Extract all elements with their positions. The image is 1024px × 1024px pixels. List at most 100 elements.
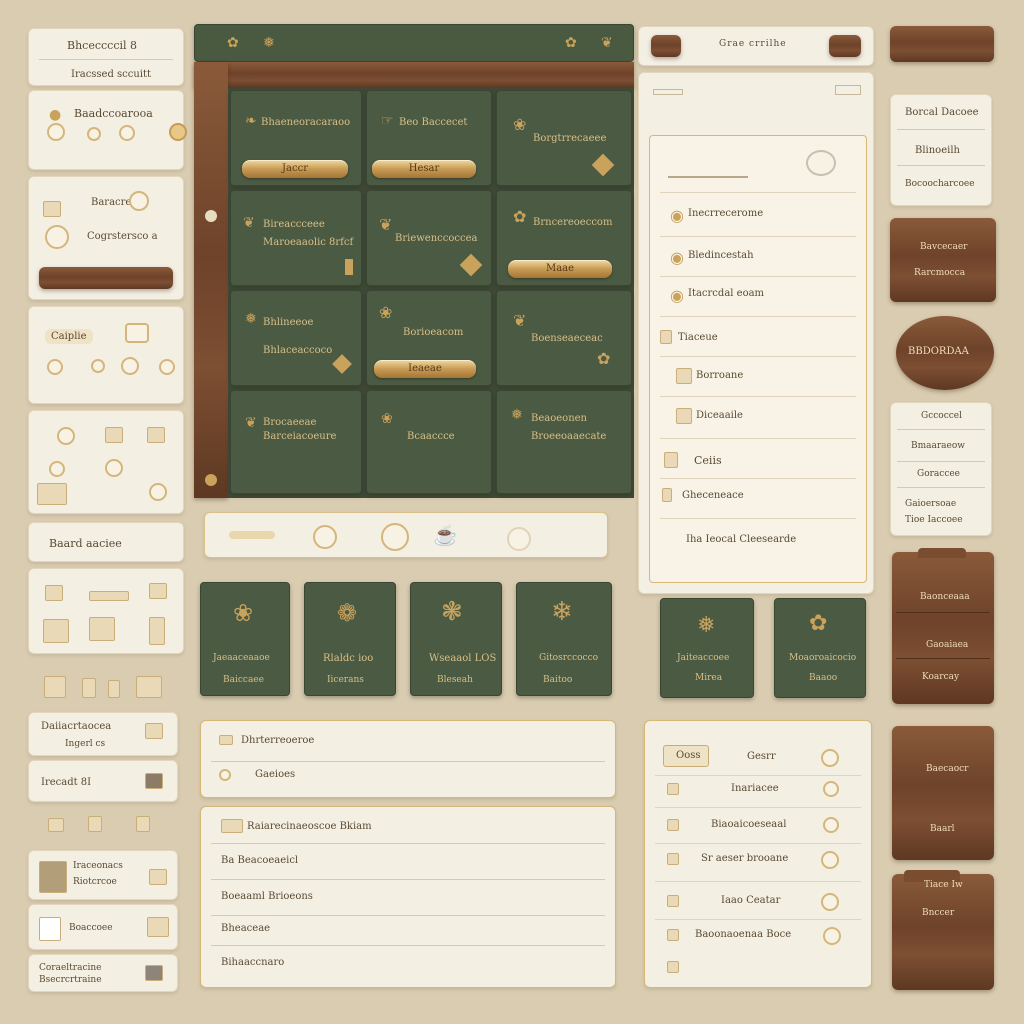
- right-item-6[interactable]: Diceaaile: [676, 408, 856, 428]
- grid-tile-10[interactable]: ❦ Brocaeeae Barceiacoeure: [230, 390, 362, 494]
- ink-icon[interactable]: [88, 816, 102, 832]
- paper-icon[interactable]: [149, 617, 165, 645]
- lock-icon[interactable]: [47, 123, 65, 141]
- frame-icon[interactable]: [89, 617, 115, 641]
- dish-icon[interactable]: [381, 523, 409, 551]
- right-item-8[interactable]: Gheceneace: [662, 488, 842, 508]
- toggle-icon[interactable]: [821, 851, 839, 869]
- bottom-right-row-5[interactable]: Iaao Ceatar: [661, 891, 857, 913]
- bottom-right-row-2[interactable]: Inariacee: [661, 779, 857, 801]
- frame-small-icon[interactable]: [39, 917, 61, 941]
- left-card-2[interactable]: ● Baadccoarooa: [28, 90, 187, 170]
- left-list-4[interactable]: Boaccoee: [28, 904, 178, 950]
- book-icon[interactable]: [105, 427, 123, 443]
- far-right-notes-2[interactable]: Gccoccel Bmaaraeow Goraccee Gaioersoae T…: [890, 402, 992, 536]
- bottom-row-3[interactable]: Boeaaml Brioeons: [221, 889, 601, 907]
- checkbox-icon[interactable]: [667, 961, 679, 973]
- top-bar-right-tab[interactable]: [829, 35, 861, 57]
- grid-button-4[interactable]: Ieaeae: [374, 360, 476, 378]
- grid-button-3[interactable]: Maae: [508, 260, 612, 278]
- medal-icon[interactable]: [169, 123, 187, 141]
- grid-tile-3[interactable]: ❀ Borgtrrecaeee: [496, 90, 632, 186]
- right-item-7[interactable]: Ceiis: [664, 452, 844, 472]
- key-icon[interactable]: [87, 127, 101, 141]
- crest-icon[interactable]: [147, 917, 169, 937]
- green-card-5[interactable]: ❅ Jaiteaccoee Mirea: [660, 598, 754, 698]
- checkbox-icon[interactable]: [667, 853, 679, 865]
- gem-icon[interactable]: [105, 459, 123, 477]
- bag-icon[interactable]: [44, 676, 66, 698]
- teapot-icon[interactable]: ☕: [433, 523, 458, 547]
- bottom-right-row-4[interactable]: Sr aeser brooane: [661, 849, 857, 871]
- note-icon[interactable]: [145, 723, 163, 739]
- left-list-2[interactable]: Irecadt 8I: [28, 760, 178, 802]
- tag-icon[interactable]: [89, 591, 129, 601]
- wallet-icon[interactable]: [145, 773, 163, 789]
- pen-icon[interactable]: [48, 818, 64, 832]
- far-right-wood-tab[interactable]: [890, 26, 994, 62]
- box-icon[interactable]: [45, 585, 63, 601]
- saucer-icon[interactable]: [507, 527, 531, 551]
- feather-icon[interactable]: [57, 427, 75, 445]
- grid-tile-12[interactable]: ❅ Beaoeonen Broeeoaaecate: [496, 390, 632, 494]
- far-right-folder-1[interactable]: Baonceaaa Gaoaiaea Koarcay: [892, 548, 994, 704]
- left-card-5[interactable]: [28, 410, 184, 514]
- far-right-wood-card-1[interactable]: Bavcecaer Rarcmocca: [890, 218, 996, 302]
- ring-icon[interactable]: [806, 150, 836, 176]
- checkbox-icon[interactable]: [667, 929, 679, 941]
- stamp-icon[interactable]: [45, 225, 69, 249]
- gear-icon[interactable]: [47, 359, 63, 375]
- left-list-3[interactable]: Iraceonacs Riotcrcoe: [28, 850, 178, 900]
- left-card-7[interactable]: [28, 568, 184, 654]
- flask-icon[interactable]: [49, 461, 65, 477]
- scale-icon[interactable]: [108, 680, 120, 698]
- grid-tile-11[interactable]: ❀ Bcaaccce: [366, 390, 492, 494]
- green-card-4[interactable]: ❄ Gitosrccocco Baitoo: [516, 582, 612, 696]
- toggle-icon[interactable]: [823, 817, 839, 833]
- left-list-5[interactable]: Coraeltracine Bsecrcrtraine: [28, 954, 178, 992]
- far-right-note-stack[interactable]: Borcal Dacoee Blinoeilh Bocoocharcoee: [890, 94, 992, 206]
- cup-icon[interactable]: [136, 816, 150, 832]
- lantern-icon[interactable]: [149, 869, 167, 885]
- checkbox-icon[interactable]: [667, 783, 679, 795]
- right-item-4[interactable]: Tiaceue: [660, 330, 840, 350]
- right-item-2[interactable]: ◉ Bledincestah: [670, 248, 850, 268]
- top-bar-left-tab[interactable]: [651, 35, 681, 57]
- map-icon[interactable]: [43, 619, 69, 643]
- bottom-header-row-1[interactable]: Dhrterreoeroe: [219, 733, 599, 753]
- plate-icon[interactable]: [313, 525, 337, 549]
- bottom-row-1[interactable]: Raiarecinaeoscoe Bkiam: [221, 819, 601, 837]
- checkbox-icon[interactable]: [667, 895, 679, 907]
- scroll-icon[interactable]: [121, 357, 139, 375]
- green-card-3[interactable]: ❃ Wseaaol LOS Bleseah: [410, 582, 502, 696]
- bottom-right-row-3[interactable]: Biaoaicoeseaal: [661, 815, 857, 837]
- grid-tile-5[interactable]: ❦ Briewenccoccea: [366, 190, 492, 286]
- orb-icon[interactable]: [149, 483, 167, 501]
- bottle-icon[interactable]: [82, 678, 96, 698]
- far-right-folder-2[interactable]: Tiace Iw Bnccer: [892, 870, 994, 990]
- cabinet-icon[interactable]: [39, 861, 67, 893]
- slate-icon[interactable]: [145, 965, 163, 981]
- far-right-wood-card-2[interactable]: Baecaocr Baarl: [892, 726, 994, 860]
- left-card-3-wood-bar[interactable]: [39, 267, 173, 289]
- right-item-1[interactable]: ◉ Inecrrecerome: [670, 206, 850, 226]
- star-icon[interactable]: [159, 359, 175, 375]
- right-item-9[interactable]: Iha Ieocal Cleesearde: [686, 532, 866, 552]
- checkbox-icon[interactable]: [667, 819, 679, 831]
- grid-tile-7[interactable]: ❅ Bhlineeoe Bhlaceaccoco: [230, 290, 362, 386]
- right-item-5[interactable]: Borroane: [676, 368, 856, 388]
- bottom-row-5[interactable]: Bihaaccnaro: [221, 955, 601, 973]
- toggle-icon[interactable]: [821, 749, 839, 767]
- crate-icon[interactable]: [147, 427, 165, 443]
- lamp-icon[interactable]: [149, 583, 167, 599]
- chest-icon[interactable]: [37, 483, 67, 505]
- left-list-1[interactable]: Daiiacrtaocea Ingerl cs: [28, 712, 178, 756]
- brush-icon[interactable]: [229, 531, 275, 539]
- left-card-4[interactable]: Caiplie: [28, 306, 184, 404]
- bottom-right-row-1[interactable]: Gesrr: [661, 747, 857, 769]
- left-card-3[interactable]: Baracres Cogrstersco a: [28, 176, 184, 300]
- grid-tile-4[interactable]: ❦ Bireaccceee Maroeaaolic 8rfcf: [230, 190, 362, 286]
- coin-icon[interactable]: [129, 191, 149, 211]
- badge-icon[interactable]: [119, 125, 135, 141]
- green-card-6[interactable]: ✿ Moaoroaicocio Baaoo: [774, 598, 866, 698]
